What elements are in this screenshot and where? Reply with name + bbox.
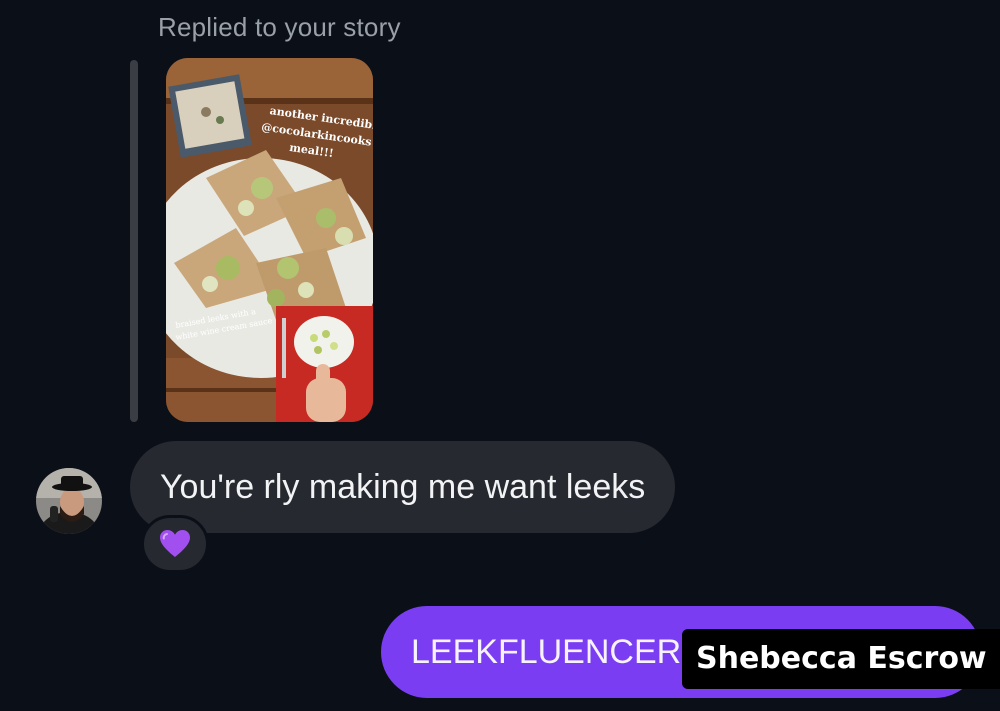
user-avatar-icon[interactable] xyxy=(36,468,102,534)
incoming-message-bubble[interactable]: You're rly making me want leeks xyxy=(130,441,676,533)
dm-thread: Replied to your story another incredible… xyxy=(0,0,1000,711)
story-thumbnail[interactable]: another incredible @cocolarkincooks meal… xyxy=(166,58,373,422)
purple-heart-reaction-icon[interactable] xyxy=(141,515,209,573)
watermark-label: Shebecca Escrow xyxy=(682,629,1000,689)
reply-context-label: Replied to your story xyxy=(158,12,401,42)
reply-indicator-bar xyxy=(130,60,138,422)
